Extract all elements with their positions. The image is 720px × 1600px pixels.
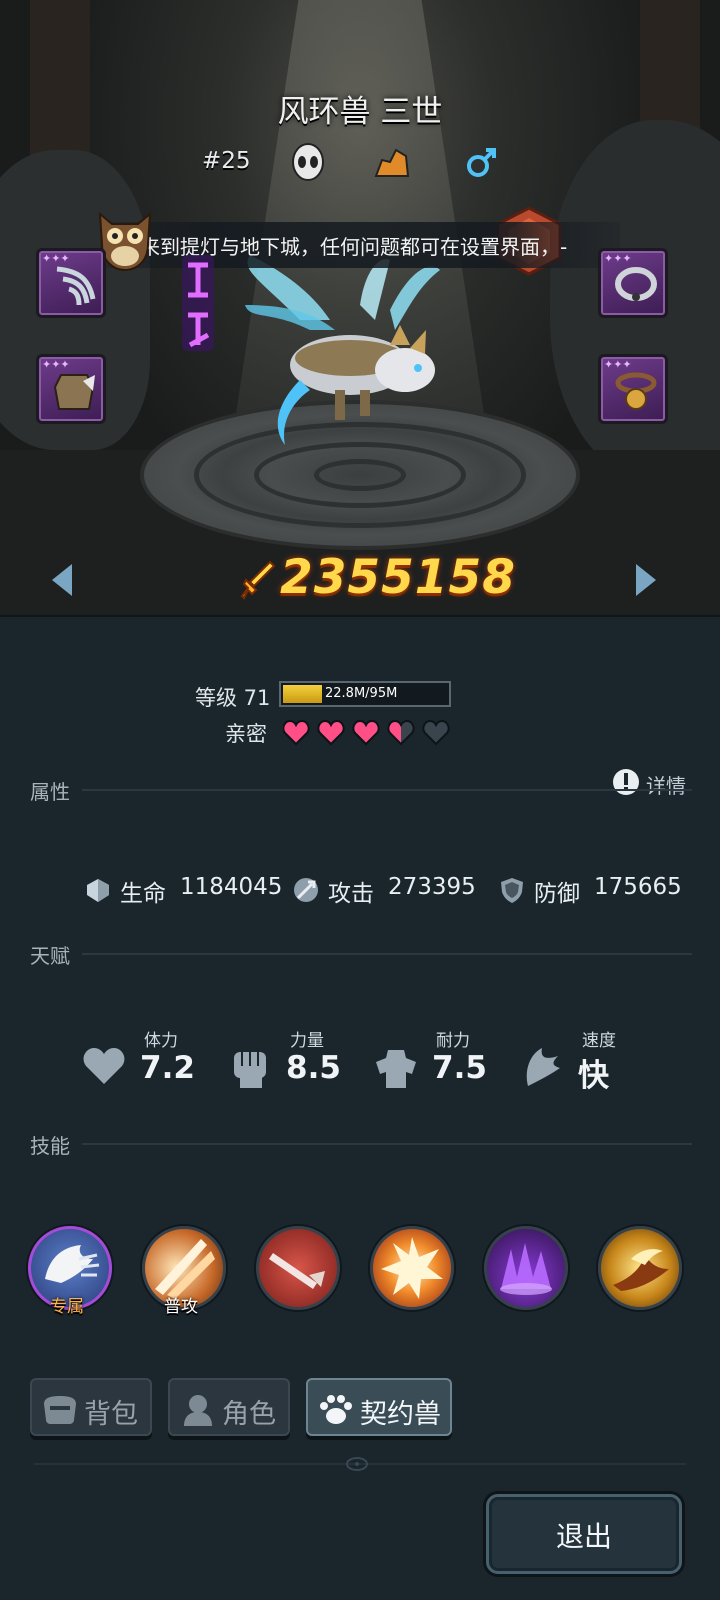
attr-attack-value: 273395	[388, 874, 476, 900]
equip-slot-collar[interactable]: ✦✦✦	[598, 248, 668, 318]
exit-button[interactable]: 退出	[486, 1494, 682, 1574]
intimacy-heart-icon	[317, 720, 345, 746]
heart-icon	[83, 1048, 125, 1084]
section-title: 天赋	[30, 944, 70, 968]
intimacy-heart-icon	[387, 720, 415, 746]
tab-character[interactable]: 角色	[168, 1378, 290, 1436]
pet-number: #25	[202, 148, 251, 174]
intimacy-hearts	[283, 720, 450, 746]
talent-strength-label: 力量	[290, 1031, 324, 1051]
burst-skill-icon	[381, 1237, 443, 1299]
talent-endurance-label: 耐力	[436, 1031, 470, 1051]
next-pet-arrow-icon[interactable]	[634, 562, 658, 598]
attr-defense-value: 175665	[594, 874, 682, 900]
tab-bag[interactable]: 背包	[30, 1378, 152, 1436]
combat-power: 2355158	[240, 550, 515, 610]
attr-attack-label: 攻击	[328, 881, 374, 907]
defense-icon	[501, 878, 523, 903]
skill-sword[interactable]	[256, 1226, 340, 1310]
skill-list: 专属 普攻	[28, 1226, 698, 1317]
talent-strength: 力量 8.5	[226, 1031, 356, 1106]
skill-burst[interactable]	[370, 1226, 454, 1310]
intimacy-heart-icon	[422, 720, 450, 746]
talent-endurance: 耐力 7.5	[372, 1031, 502, 1106]
strength-tag-icon	[182, 255, 214, 351]
male-gender-icon	[467, 148, 496, 177]
tab-contract-pet-label: 契约兽	[360, 1399, 441, 1430]
section-title: 技能	[30, 1134, 70, 1158]
attr-life-value: 1184045	[180, 874, 283, 900]
divider-ornament-icon	[346, 1457, 368, 1471]
claw-icon	[56, 266, 96, 306]
pet-showcase-scene: 风环兽 三世 #25 来到提灯与地下城，任何问题都可在设置界面，- ✦✦✦ ✦✦…	[0, 0, 720, 615]
attr-defense-label: 防御	[534, 881, 580, 907]
alien-element-icon[interactable]	[288, 142, 328, 182]
tab-contract-pet[interactable]: 契约兽	[306, 1378, 452, 1436]
level-label: 等级 71	[195, 686, 271, 710]
shadow-skill-icon	[500, 1243, 552, 1295]
intimacy-heart-icon	[283, 720, 310, 746]
flame-skill-icon	[613, 1249, 669, 1291]
bag-icon	[44, 1396, 76, 1424]
paw-icon	[320, 1395, 352, 1424]
tab-bag-label: 背包	[84, 1399, 138, 1430]
xp-text: 22.8M/95M	[325, 686, 398, 701]
wing-icon	[526, 1048, 560, 1086]
pet-info-panel	[0, 615, 720, 1600]
talent-stamina: 体力 7.2	[80, 1031, 210, 1106]
talent-endurance-value: 7.5	[432, 1050, 487, 1086]
talent-stamina-label: 体力	[144, 1031, 178, 1051]
section-skills: 技能	[30, 1130, 692, 1158]
pet-creature[interactable]	[240, 250, 460, 460]
section-title: 属性	[30, 780, 70, 804]
talent-speed-value: 快	[578, 1058, 609, 1094]
xp-progress-bar: 22.8M/95M	[279, 681, 451, 707]
talent-speed-label: 速度	[582, 1031, 616, 1051]
attribute-row: 生命 1184045 攻击 273395 防御 175665	[84, 870, 704, 910]
pet-name: 风环兽 三世	[277, 94, 443, 130]
character-icon	[184, 1395, 212, 1426]
exit-button-label: 退出	[555, 1520, 612, 1553]
equip-slot-claw[interactable]: ✦✦✦	[36, 248, 106, 318]
fist-icon	[234, 1052, 266, 1088]
combat-power-value: 2355158	[280, 550, 516, 605]
armor-icon	[53, 374, 95, 410]
life-icon	[87, 879, 109, 902]
skill-basic-attack-tag: 普攻	[164, 1297, 198, 1317]
section-divider	[82, 1143, 692, 1145]
talent-row: 体力 7.2 力量 8.5 耐力 7.5 速度 快	[80, 1031, 680, 1106]
section-divider	[82, 789, 692, 791]
equip-slot-bell[interactable]: ✦✦✦	[598, 354, 668, 424]
xp-progress-fill	[283, 685, 322, 703]
bottom-tab-bar: 背包 角色 契约兽	[30, 1378, 690, 1438]
prev-pet-arrow-icon[interactable]	[50, 562, 74, 598]
tab-character-label: 角色	[222, 1399, 276, 1430]
pet-meta-row: #25	[0, 142, 720, 186]
intimacy-label: 亲密	[225, 722, 267, 746]
bell-collar-icon	[615, 372, 657, 410]
talent-stamina-value: 7.2	[140, 1050, 195, 1086]
section-divider	[82, 953, 692, 955]
armor-icon	[376, 1050, 416, 1088]
intimacy-heart-icon	[352, 720, 380, 746]
collar-icon	[615, 267, 657, 301]
sword-power-icon	[240, 560, 276, 600]
skill-exclusive-tag: 专属	[50, 1297, 84, 1317]
section-attributes: 属性	[30, 776, 692, 804]
attack-icon	[294, 878, 318, 902]
sword-skill-icon	[269, 1253, 325, 1289]
skill-flame[interactable]	[598, 1226, 682, 1310]
equip-slot-armor[interactable]: ✦✦✦	[36, 354, 106, 424]
section-talents: 天赋	[30, 940, 692, 968]
skill-shadow[interactable]	[484, 1226, 568, 1310]
talent-speed: 速度 快	[518, 1031, 648, 1106]
attr-life-label: 生命	[120, 881, 166, 907]
talent-strength-value: 8.5	[286, 1050, 341, 1086]
earth-type-icon[interactable]	[372, 142, 412, 182]
